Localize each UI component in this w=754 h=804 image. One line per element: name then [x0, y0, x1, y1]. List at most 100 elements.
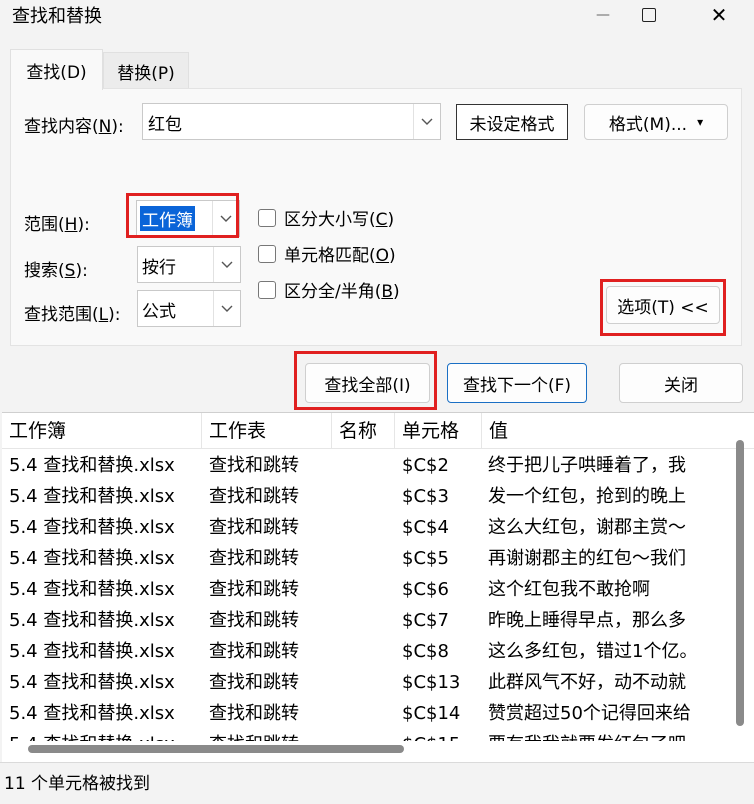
tab-find[interactable]: 查找(D): [10, 49, 103, 90]
results-list[interactable]: 工作簿 工作表 名称 单元格 值 5.4 查找和替换.xlsx 查找和跳转 $C…: [2, 412, 754, 762]
chevron-down-icon: [221, 305, 233, 312]
row-cell: $C$6: [402, 579, 449, 600]
row-value: 发一个红包，抢到的晚上: [488, 486, 686, 507]
result-row[interactable]: 5.4 查找和替换.xlsx 查找和跳转 $C$13 此群风气不好，动不动就: [2, 667, 737, 698]
row-sheet: 查找和跳转: [209, 672, 299, 693]
highlight-box-find-all: [294, 351, 437, 410]
row-value: 这么多红包，错过1个亿。: [488, 641, 698, 662]
row-value: 这个红包我不敢抢啊: [488, 579, 650, 600]
search-order-select[interactable]: 按行: [137, 246, 241, 283]
checkbox-box: [258, 208, 276, 227]
column-header-name[interactable]: 名称: [332, 413, 395, 449]
column-header-value[interactable]: 值: [482, 413, 754, 449]
find-what-label: 查找内容(N):: [24, 117, 124, 137]
result-row[interactable]: 5.4 查找和替换.xlsx 查找和跳转 $C$6 这个红包我不敢抢啊: [2, 574, 737, 605]
tab-replace[interactable]: 替换(P): [103, 52, 189, 89]
result-row[interactable]: 5.4 查找和替换.xlsx 查找和跳转 $C$2 终于把儿子哄睡着了，我: [2, 450, 737, 481]
row-workbook: 5.4 查找和替换.xlsx: [9, 579, 175, 600]
result-row[interactable]: 5.4 查找和替换.xlsx 查找和跳转 $C$14 赞赏超过50个记得回来给: [2, 698, 737, 729]
format-button[interactable]: 格式(M)... ▾: [584, 104, 728, 140]
match-byte-checkbox[interactable]: 区分全/半角(B): [258, 277, 400, 302]
match-entire-cell-label: 单元格匹配(O): [284, 246, 396, 266]
look-in-label: 查找范围(L):: [24, 305, 121, 325]
chevron-down-icon: [421, 118, 433, 125]
close-icon: ✕: [710, 3, 728, 27]
row-workbook: 5.4 查找和替换.xlsx: [9, 610, 175, 631]
result-row[interactable]: 5.4 查找和替换.xlsx 查找和跳转 $C$7 昨晚上睡得早点，那么多: [2, 605, 737, 636]
row-sheet: 查找和跳转: [209, 703, 299, 724]
row-name: [339, 729, 394, 741]
row-name: [339, 512, 394, 543]
row-name: [339, 543, 394, 574]
result-row[interactable]: 5.4 查找和替换.xlsx 查找和跳转 $C$3 发一个红包，抢到的晚上: [2, 481, 737, 512]
row-name: [339, 636, 394, 667]
row-workbook: 5.4 查找和替换.xlsx: [9, 455, 175, 476]
row-workbook: 5.4 查找和替换.xlsx: [9, 641, 175, 662]
row-name: [339, 450, 394, 481]
row-name: [339, 698, 394, 729]
match-case-checkbox[interactable]: 区分大小写(C): [258, 205, 394, 230]
result-row[interactable]: 5.4 查找和替换.xlsx 查找和跳转 $C$8 这么多红包，错过1个亿。: [2, 636, 737, 667]
window-title: 查找和替换: [12, 6, 102, 27]
row-cell: $C$5: [402, 548, 449, 569]
title-bar: 查找和替换 — ✕: [0, 0, 754, 32]
column-header-workbook[interactable]: 工作簿: [2, 413, 202, 449]
no-format-button[interactable]: 未设定格式: [456, 104, 568, 140]
find-what-value: 红包: [148, 115, 182, 135]
checkbox-box: [258, 280, 276, 299]
row-sheet: 查找和跳转: [209, 579, 299, 600]
maximize-icon: [642, 8, 656, 22]
row-value: 此群风气不好，动不动就: [488, 672, 686, 693]
row-workbook: 5.4 查找和替换.xlsx: [9, 548, 175, 569]
row-sheet: 查找和跳转: [209, 517, 299, 538]
row-workbook: 5.4 查找和替换.xlsx: [9, 517, 175, 538]
column-header-cell[interactable]: 单元格: [395, 413, 482, 449]
row-cell: $C$3: [402, 486, 449, 507]
status-bar: 11 个单元格被找到: [0, 762, 754, 804]
row-name: [339, 667, 394, 698]
result-row[interactable]: 5.4 查找和替换.xlsx 查找和跳转 $C$15 要有我我就要发红包了吧: [2, 729, 737, 741]
result-row[interactable]: 5.4 查找和替换.xlsx 查找和跳转 $C$5 再谢谢郡主的红包～我们: [2, 543, 737, 574]
highlight-box-scope: [126, 193, 239, 238]
results-header: 工作簿 工作表 名称 单元格 值: [2, 413, 754, 449]
find-what-input[interactable]: 红包: [142, 103, 441, 140]
vertical-scrollbar[interactable]: [734, 440, 746, 730]
row-value: 要有我我就要发红包了吧: [488, 729, 733, 741]
tab-replace-label: 替换(P): [117, 63, 175, 84]
find-next-button[interactable]: 查找下一个(F): [447, 363, 587, 403]
row-value: 再谢谢郡主的红包～我们: [488, 548, 686, 569]
row-sheet: 查找和跳转: [209, 455, 299, 476]
row-name: [339, 605, 394, 636]
match-byte-label: 区分全/半角(B): [284, 282, 400, 302]
find-history-dropdown[interactable]: [413, 104, 440, 139]
row-sheet: 查找和跳转: [209, 548, 299, 569]
search-order-label: 搜索(S):: [24, 261, 88, 281]
row-sheet: 查找和跳转: [209, 641, 299, 662]
close-window-button[interactable]: ✕: [696, 0, 742, 30]
minimize-icon: —: [596, 7, 610, 23]
match-case-label: 区分大小写(C): [284, 210, 395, 230]
row-sheet: 查找和跳转: [209, 610, 299, 631]
search-order-value: 按行: [142, 258, 176, 278]
row-cell: $C$13: [402, 672, 461, 693]
maximize-button[interactable]: [626, 0, 672, 30]
row-sheet: 查找和跳转: [209, 729, 334, 741]
search-order-dropdown[interactable]: [213, 247, 240, 282]
row-workbook: 5.4 查找和替换.xlsx: [9, 672, 175, 693]
checkbox-box: [258, 244, 276, 263]
look-in-dropdown[interactable]: [213, 291, 240, 326]
row-cell: $C$7: [402, 610, 449, 631]
look-in-select[interactable]: 公式: [137, 290, 241, 327]
row-workbook: 5.4 查找和替换.xlsx: [9, 703, 175, 724]
close-button[interactable]: 关闭: [619, 363, 743, 403]
row-workbook: 5.4 查找和替换.xlsx: [9, 729, 204, 741]
row-name: [339, 574, 394, 605]
row-value: 赞赏超过50个记得回来给: [488, 703, 691, 724]
vertical-scroll-thumb[interactable]: [736, 440, 744, 726]
result-row[interactable]: 5.4 查找和替换.xlsx 查找和跳转 $C$4 这么大红包，谢郡主赏～: [2, 512, 737, 543]
match-entire-cell-checkbox[interactable]: 单元格匹配(O): [258, 241, 396, 266]
scope-label: 范围(H):: [24, 215, 90, 235]
minimize-button[interactable]: —: [580, 0, 626, 30]
horizontal-scroll-thumb[interactable]: [28, 745, 404, 753]
column-header-sheet[interactable]: 工作表: [202, 413, 332, 449]
